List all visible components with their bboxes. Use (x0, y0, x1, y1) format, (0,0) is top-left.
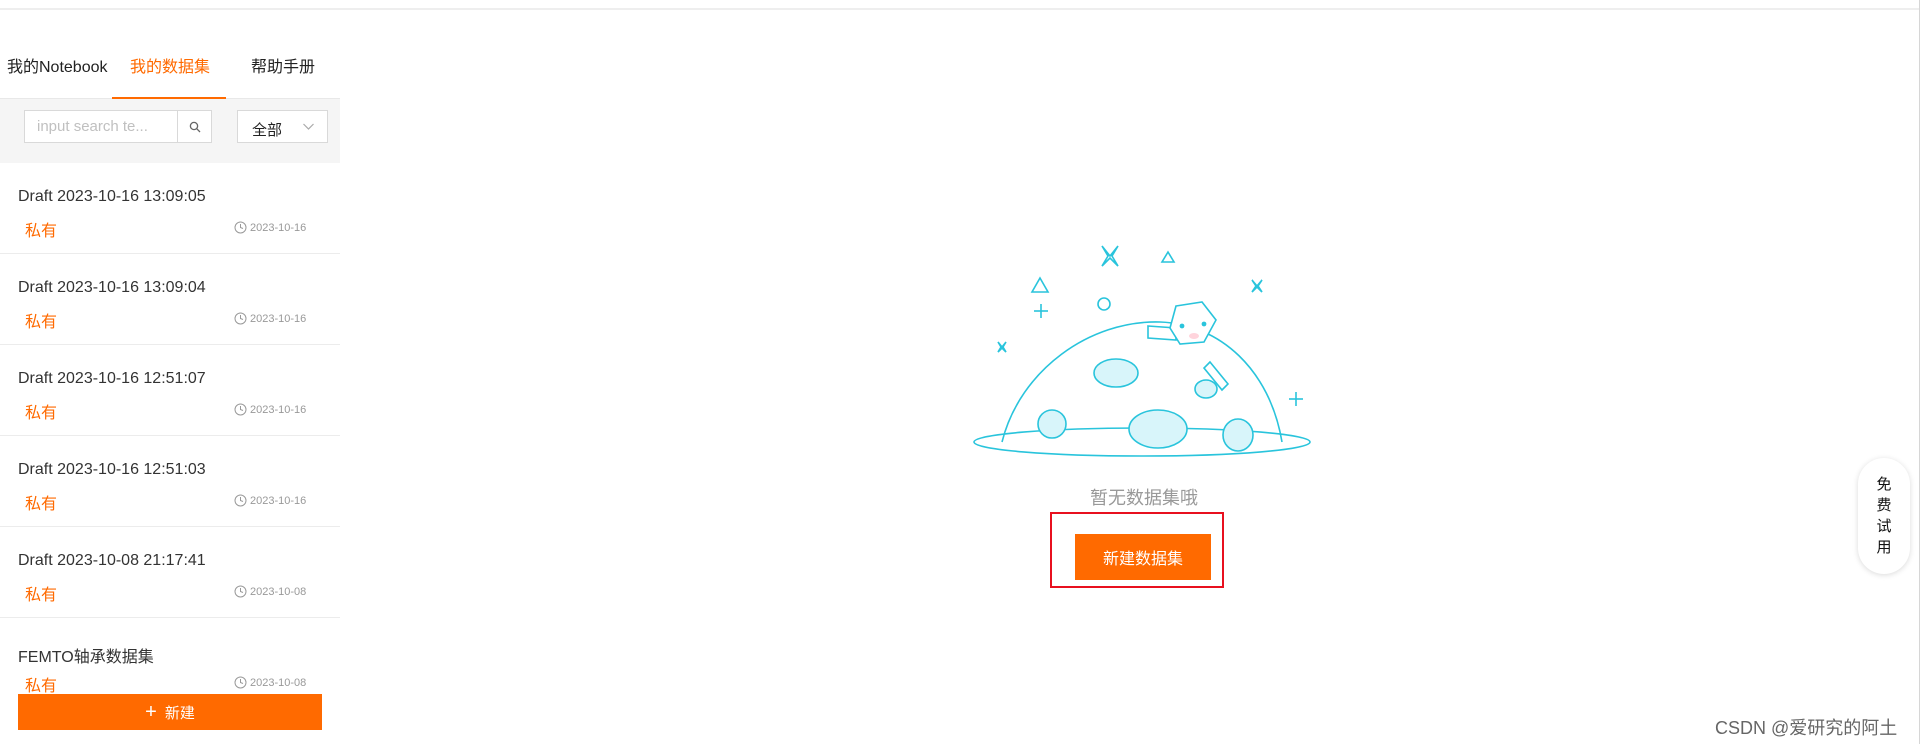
clock-icon (234, 221, 247, 234)
sidebar: 我的Notebook 我的数据集 帮助手册 全部 (0, 10, 340, 744)
trial-char: 用 (1876, 539, 1892, 556)
clock-icon (234, 403, 247, 416)
clock-icon (234, 494, 247, 507)
item-date: 2023-10-16 (234, 221, 306, 234)
trial-char: 免 (1876, 476, 1892, 493)
item-date-text: 2023-10-08 (250, 676, 307, 689)
item-date-text: 2023-10-16 (250, 494, 307, 507)
empty-state-text: 暂无数据集哦 (1090, 488, 1198, 508)
item-date: 2023-10-16 (234, 494, 306, 507)
private-tag: 私有 (25, 314, 58, 331)
clock-icon (234, 312, 247, 325)
list-item[interactable]: Draft 2023-10-16 12:51:03 私有 2023-10-16 (0, 436, 340, 527)
item-date-text: 2023-10-16 (250, 403, 307, 416)
item-title: Draft 2023-10-16 13:09:05 (18, 188, 206, 205)
list-item[interactable]: Draft 2023-10-08 21:17:41 私有 2023-10-08 (0, 527, 340, 618)
item-title: FEMTO轴承数据集 (18, 649, 154, 666)
tab-bar: 我的Notebook 我的数据集 帮助手册 (0, 10, 340, 99)
item-title: Draft 2023-10-08 21:17:41 (18, 552, 206, 569)
private-tag: 私有 (25, 405, 58, 422)
list-item[interactable]: Draft 2023-10-16 12:51:07 私有 2023-10-16 (0, 345, 340, 436)
private-tag: 私有 (25, 496, 58, 513)
tab-my-datasets[interactable]: 我的数据集 (130, 53, 210, 77)
private-tag: 私有 (25, 587, 58, 604)
search-input[interactable] (25, 111, 177, 142)
empty-planet-illustration (973, 245, 1311, 457)
item-date: 2023-10-08 (234, 676, 306, 689)
search-icon (189, 121, 200, 132)
trial-char: 试 (1876, 518, 1892, 535)
new-button-label: 新建 (164, 704, 195, 722)
filter-row: 全部 (0, 99, 340, 163)
dataset-list: Draft 2023-10-16 13:09:05 私有 2023-10-16 … (0, 163, 340, 695)
item-date: 2023-10-08 (234, 585, 306, 598)
search-box (24, 110, 212, 143)
private-tag: 私有 (25, 223, 58, 240)
item-date: 2023-10-16 (234, 312, 306, 325)
new-button[interactable]: + 新建 (18, 694, 322, 730)
watermark: CSDN @爱研究的阿土 (1715, 718, 1898, 738)
item-title: Draft 2023-10-16 12:51:07 (18, 370, 206, 387)
list-item[interactable]: Draft 2023-10-16 13:09:04 私有 2023-10-16 (0, 254, 340, 345)
tab-my-notebook[interactable]: 我的Notebook (7, 53, 108, 77)
search-button[interactable] (177, 111, 211, 142)
item-date-text: 2023-10-16 (250, 312, 307, 325)
list-item[interactable]: FEMTO轴承数据集 私有 2023-10-08 (0, 618, 340, 695)
private-tag: 私有 (25, 678, 58, 695)
item-date: 2023-10-16 (234, 403, 306, 416)
item-date-text: 2023-10-08 (250, 585, 307, 598)
type-filter-select[interactable]: 全部 (237, 110, 328, 143)
item-title: Draft 2023-10-16 13:09:04 (18, 279, 206, 296)
clock-icon (234, 676, 247, 689)
free-trial-float-button[interactable]: 免 费 试 用 (1858, 458, 1910, 574)
page: 我的Notebook 我的数据集 帮助手册 全部 (0, 0, 1920, 744)
chevron-down-icon (303, 123, 314, 130)
plus-icon: + (145, 701, 157, 723)
select-value: 全部 (252, 122, 283, 139)
tab-help-manual[interactable]: 帮助手册 (251, 53, 315, 77)
clock-icon (234, 585, 247, 598)
create-dataset-button[interactable]: 新建数据集 (1075, 534, 1211, 580)
item-date-text: 2023-10-16 (250, 221, 307, 234)
list-item[interactable]: Draft 2023-10-16 13:09:05 私有 2023-10-16 (0, 163, 340, 254)
item-title: Draft 2023-10-16 12:51:03 (18, 461, 206, 478)
trial-char: 费 (1876, 497, 1892, 514)
